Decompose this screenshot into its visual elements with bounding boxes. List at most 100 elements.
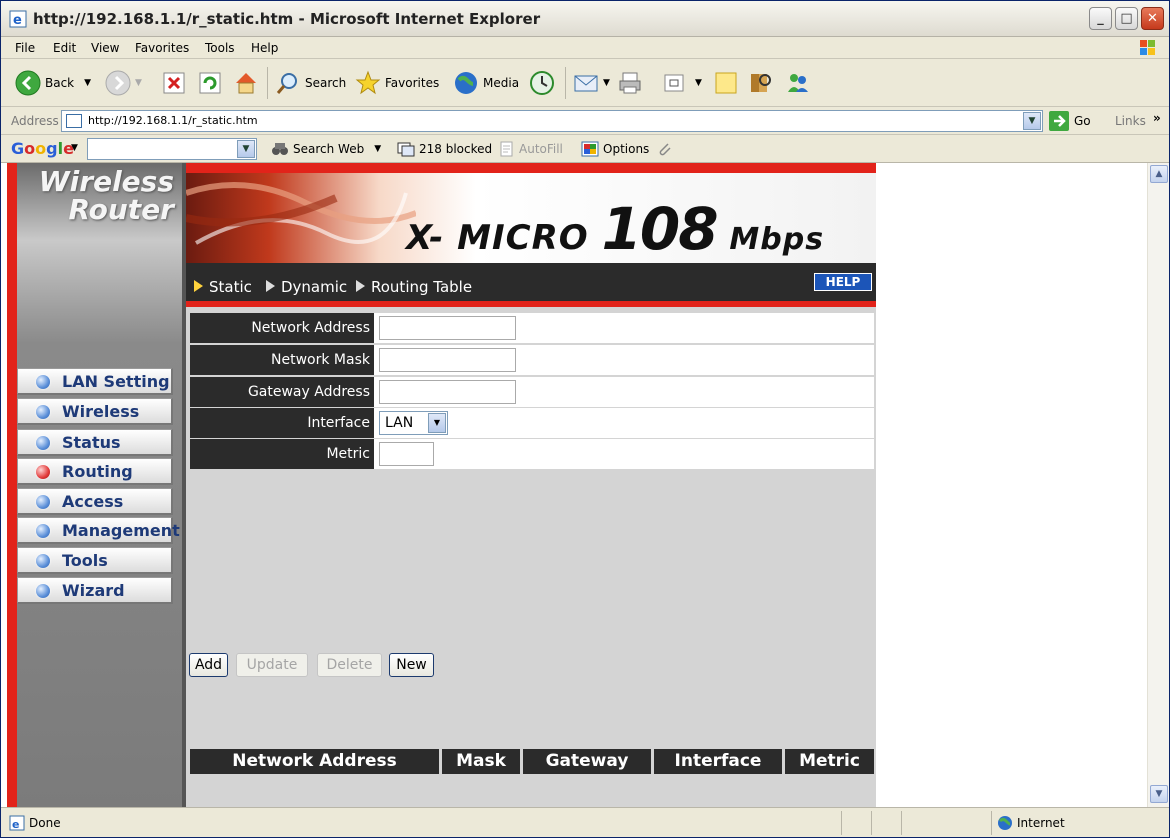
nav-label: Wireless [62, 402, 140, 421]
nav-access[interactable]: Access [17, 488, 173, 515]
edit-button[interactable]: ▼ [661, 69, 702, 97]
nav-wizard[interactable]: Wizard [17, 577, 173, 604]
scroll-down-button[interactable]: ▼ [1150, 785, 1168, 803]
nav-tools[interactable]: Tools [17, 547, 173, 574]
menu-favorites[interactable]: Favorites [135, 41, 189, 55]
back-button[interactable]: Back ▼ [15, 69, 91, 97]
nav-wireless[interactable]: Wireless [17, 398, 173, 425]
home-button[interactable] [233, 69, 263, 97]
nav-label: Tools [62, 551, 108, 570]
back-label: Back [45, 76, 75, 90]
interface-select[interactable]: LAN ▼ [379, 411, 448, 435]
delete-button[interactable]: Delete [317, 653, 382, 677]
nav-label: LAN Setting [62, 372, 170, 391]
search-button[interactable]: Search [275, 69, 346, 97]
minimize-button[interactable]: _ [1089, 7, 1112, 30]
menu-file[interactable]: File [15, 41, 35, 55]
autofill-button[interactable]: AutoFill [499, 141, 563, 157]
google-search-dropdown[interactable]: ▼ [237, 140, 255, 158]
messenger-button[interactable] [785, 69, 815, 97]
address-dropdown-button[interactable]: ▼ [1023, 112, 1041, 130]
static-route-form: Network Address Network Mask Gateway Add… [186, 307, 876, 807]
links-label[interactable]: Links [1115, 114, 1146, 128]
forward-button[interactable]: ▼ [105, 69, 142, 97]
maximize-button[interactable]: □ [1115, 7, 1138, 30]
new-button[interactable]: New [389, 653, 434, 677]
options-button[interactable]: Options [581, 141, 649, 157]
go-button[interactable]: Go [1049, 111, 1091, 131]
gateway-address-label: Gateway Address [190, 377, 374, 407]
nav-status[interactable]: Status [17, 429, 173, 456]
google-menu-chevron-icon[interactable]: ▼ [71, 143, 78, 153]
tab-label: Static [209, 278, 252, 296]
favorites-button[interactable]: Favorites [355, 69, 439, 97]
tab-routing-table[interactable]: Routing Table [356, 278, 472, 296]
network-address-input[interactable] [379, 316, 516, 340]
menu-tools[interactable]: Tools [205, 41, 235, 55]
address-bar: Address http://192.168.1.1/r_static.htm … [1, 107, 1169, 135]
page-done-icon: e [9, 815, 25, 831]
close-button[interactable]: ✕ [1141, 7, 1164, 30]
menu-edit[interactable]: Edit [53, 41, 76, 55]
help-button[interactable]: HELP [814, 273, 872, 291]
print-button[interactable] [617, 69, 647, 97]
col-network-address: Network Address [190, 749, 442, 774]
title-bar: e http://192.168.1.1/r_static.htm - Micr… [1, 1, 1169, 37]
update-button[interactable]: Update [236, 653, 308, 677]
research-button[interactable] [747, 69, 777, 97]
banner-speed: 108 [601, 195, 719, 263]
paperclip-icon[interactable] [657, 141, 673, 157]
interface-selected-value: LAN [385, 415, 414, 431]
row-metric: Metric [190, 439, 874, 469]
metric-input[interactable] [379, 442, 434, 466]
media-button[interactable]: Media [453, 69, 519, 97]
gateway-address-input[interactable] [379, 380, 516, 404]
note-button[interactable] [713, 69, 743, 97]
help-label: HELP [825, 275, 861, 289]
scroll-up-button[interactable]: ▲ [1150, 165, 1168, 183]
popup-blocked-button[interactable]: 218 blocked [397, 141, 492, 157]
nav-lan-setting[interactable]: LAN Setting [17, 368, 173, 395]
col-metric: Metric [785, 749, 874, 774]
blocked-label: 218 blocked [419, 142, 493, 156]
mail-button[interactable]: ▼ [573, 69, 610, 97]
browser-window: e http://192.168.1.1/r_static.htm - Micr… [0, 0, 1170, 838]
stop-button[interactable] [161, 69, 191, 97]
messenger-icon [788, 74, 808, 92]
network-address-label: Network Address [190, 313, 374, 343]
address-input[interactable]: http://192.168.1.1/r_static.htm [61, 110, 1043, 132]
active-bullet-icon [36, 465, 50, 479]
edit-page-icon [664, 74, 684, 92]
menu-help[interactable]: Help [251, 41, 278, 55]
security-zone-label: Internet [1017, 816, 1065, 830]
nav-routing[interactable]: Routing [17, 458, 173, 485]
router-sidebar: Wireless Router LAN Setting Wireless Sta… [17, 163, 182, 807]
google-search-input[interactable] [87, 138, 257, 160]
vertical-scrollbar[interactable]: ▲ ▼ [1147, 163, 1169, 807]
status-text: Done [29, 816, 61, 830]
history-button[interactable] [529, 69, 559, 97]
search-icon [276, 73, 297, 94]
search-label: Search [305, 76, 347, 90]
metric-label: Metric [190, 439, 374, 469]
subnav-tabs: Static Dynamic Routing Table HELP [186, 263, 876, 307]
star-icon [355, 70, 381, 95]
network-mask-label: Network Mask [190, 345, 374, 375]
routes-table-header: Network Address Mask Gateway Interface M… [190, 749, 874, 774]
row-network-address: Network Address [190, 313, 874, 343]
interface-label: Interface [190, 408, 374, 438]
search-web-button[interactable]: Search Web ▼ [271, 141, 381, 157]
autofill-icon [500, 141, 513, 157]
add-button[interactable]: Add [189, 653, 228, 677]
menu-view[interactable]: View [91, 41, 119, 55]
tab-dynamic[interactable]: Dynamic [266, 278, 347, 296]
refresh-button[interactable] [197, 69, 227, 97]
network-mask-input[interactable] [379, 348, 516, 372]
links-chevron-icon[interactable]: » [1153, 111, 1161, 125]
bullet-icon [36, 524, 50, 538]
product-banner: X- MICRO 108 Mbps [186, 163, 876, 263]
stop-icon [163, 72, 185, 94]
tab-static[interactable]: Static [194, 278, 252, 296]
google-logo[interactable]: Google [11, 139, 74, 158]
nav-management[interactable]: Management [17, 517, 180, 544]
